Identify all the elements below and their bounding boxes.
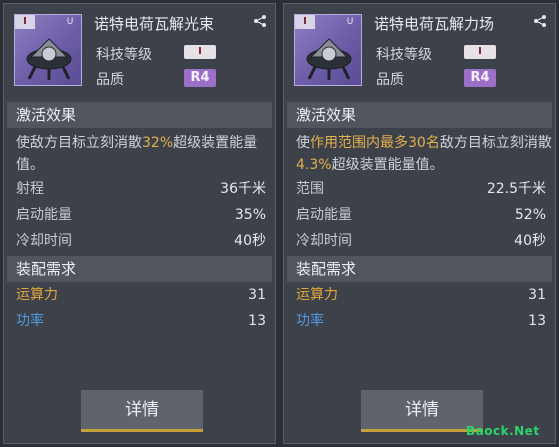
watermark: Baock.Net — [466, 424, 540, 438]
stat-label: 射程 — [16, 181, 44, 197]
stat-label: 冷却时间 — [296, 233, 352, 249]
desc-highlight: 4.3% — [296, 157, 332, 173]
req-value: 31 — [248, 287, 266, 303]
desc-highlight: 32% — [142, 135, 174, 151]
stat-label: 范围 — [296, 181, 324, 197]
stat-value: 36千米 — [220, 181, 266, 197]
card-header: I U 诺特电荷瓦解光束 科技等级 I 品质 R4 — [4, 4, 275, 96]
effect-section-header: 激活效果 — [287, 102, 552, 128]
req-label: 运算力 — [296, 287, 338, 303]
req-value: 31 — [528, 287, 546, 303]
tech-level-label: 科技等级 — [96, 47, 152, 63]
stat-row-range: 射程 36千米 — [16, 178, 266, 200]
desc-text: 使敌方目标立刻消散 — [16, 135, 142, 151]
effect-description: 使作用范围内最多30名敌方目标立刻消散 4.3%超级装置能量值。 — [296, 132, 552, 176]
tier-tag: I — [15, 15, 35, 29]
detail-button[interactable]: 详情 — [81, 390, 203, 432]
stat-value: 52% — [514, 207, 546, 223]
quality-label: 品质 — [96, 72, 124, 88]
tech-level-label: 科技等级 — [376, 47, 432, 63]
desc-text: 超级装置能量值。 — [331, 157, 444, 173]
quality-label: 品质 — [376, 72, 404, 88]
requirement-section-header: 装配需求 — [287, 256, 552, 282]
quality-badge: R4 — [184, 69, 216, 87]
ship-icon — [26, 38, 72, 80]
tier-tag: I — [295, 15, 315, 29]
desc-text: 敌方目标立刻消散 — [439, 135, 552, 151]
module-card-beam: I U 诺特电荷瓦解光束 科技等级 I 品质 R4 激活效果 使敌方目标立刻消散… — [3, 3, 276, 444]
share-icon[interactable] — [253, 14, 267, 32]
requirement-section-header: 装配需求 — [7, 256, 272, 282]
module-thumbnail[interactable]: I U — [294, 14, 362, 86]
desc-highlight: 作用范围内最多30名 — [310, 135, 440, 151]
quality-badge: R4 — [464, 69, 496, 87]
stat-value: 22.5千米 — [486, 181, 546, 197]
ship-icon — [306, 38, 352, 80]
share-icon[interactable] — [533, 14, 547, 32]
module-card-field: I U 诺特电荷瓦解力场 科技等级 I 品质 R4 激活效果 使作用范围内最多3… — [283, 3, 556, 444]
stat-row-cooldown: 冷却时间 40秒 — [296, 230, 546, 252]
stat-label: 启动能量 — [296, 207, 352, 223]
stat-label: 启动能量 — [16, 207, 72, 223]
req-row-power: 功率 13 — [16, 310, 266, 332]
req-row-compute: 运算力 31 — [296, 284, 546, 306]
module-thumbnail[interactable]: I U — [14, 14, 82, 86]
tech-level-badge: I — [184, 45, 216, 59]
tech-level-badge: I — [464, 45, 496, 59]
req-label: 运算力 — [16, 287, 58, 303]
grade-mark: U — [66, 17, 74, 27]
req-value: 13 — [248, 313, 266, 329]
stat-value: 40秒 — [234, 233, 266, 249]
module-title: 诺特电荷瓦解光束 — [94, 15, 215, 33]
stat-row-start-energy: 启动能量 52% — [296, 204, 546, 226]
stat-value: 35% — [234, 207, 266, 223]
req-label: 功率 — [296, 313, 324, 329]
grade-mark: U — [346, 17, 354, 27]
stat-value: 40秒 — [514, 233, 546, 249]
module-title: 诺特电荷瓦解力场 — [374, 15, 495, 33]
stat-row-cooldown: 冷却时间 40秒 — [16, 230, 266, 252]
req-label: 功率 — [16, 313, 44, 329]
stat-row-start-energy: 启动能量 35% — [16, 204, 266, 226]
req-row-compute: 运算力 31 — [16, 284, 266, 306]
detail-button[interactable]: 详情 — [361, 390, 483, 432]
effect-description: 使敌方目标立刻消散32%超级装置能量值。 — [16, 132, 272, 176]
req-row-power: 功率 13 — [296, 310, 546, 332]
card-header: I U 诺特电荷瓦解力场 科技等级 I 品质 R4 — [284, 4, 555, 96]
effect-section-header: 激活效果 — [7, 102, 272, 128]
stat-label: 冷却时间 — [16, 233, 72, 249]
req-value: 13 — [528, 313, 546, 329]
desc-text: 使 — [296, 135, 310, 151]
stat-row-range: 范围 22.5千米 — [296, 178, 546, 200]
